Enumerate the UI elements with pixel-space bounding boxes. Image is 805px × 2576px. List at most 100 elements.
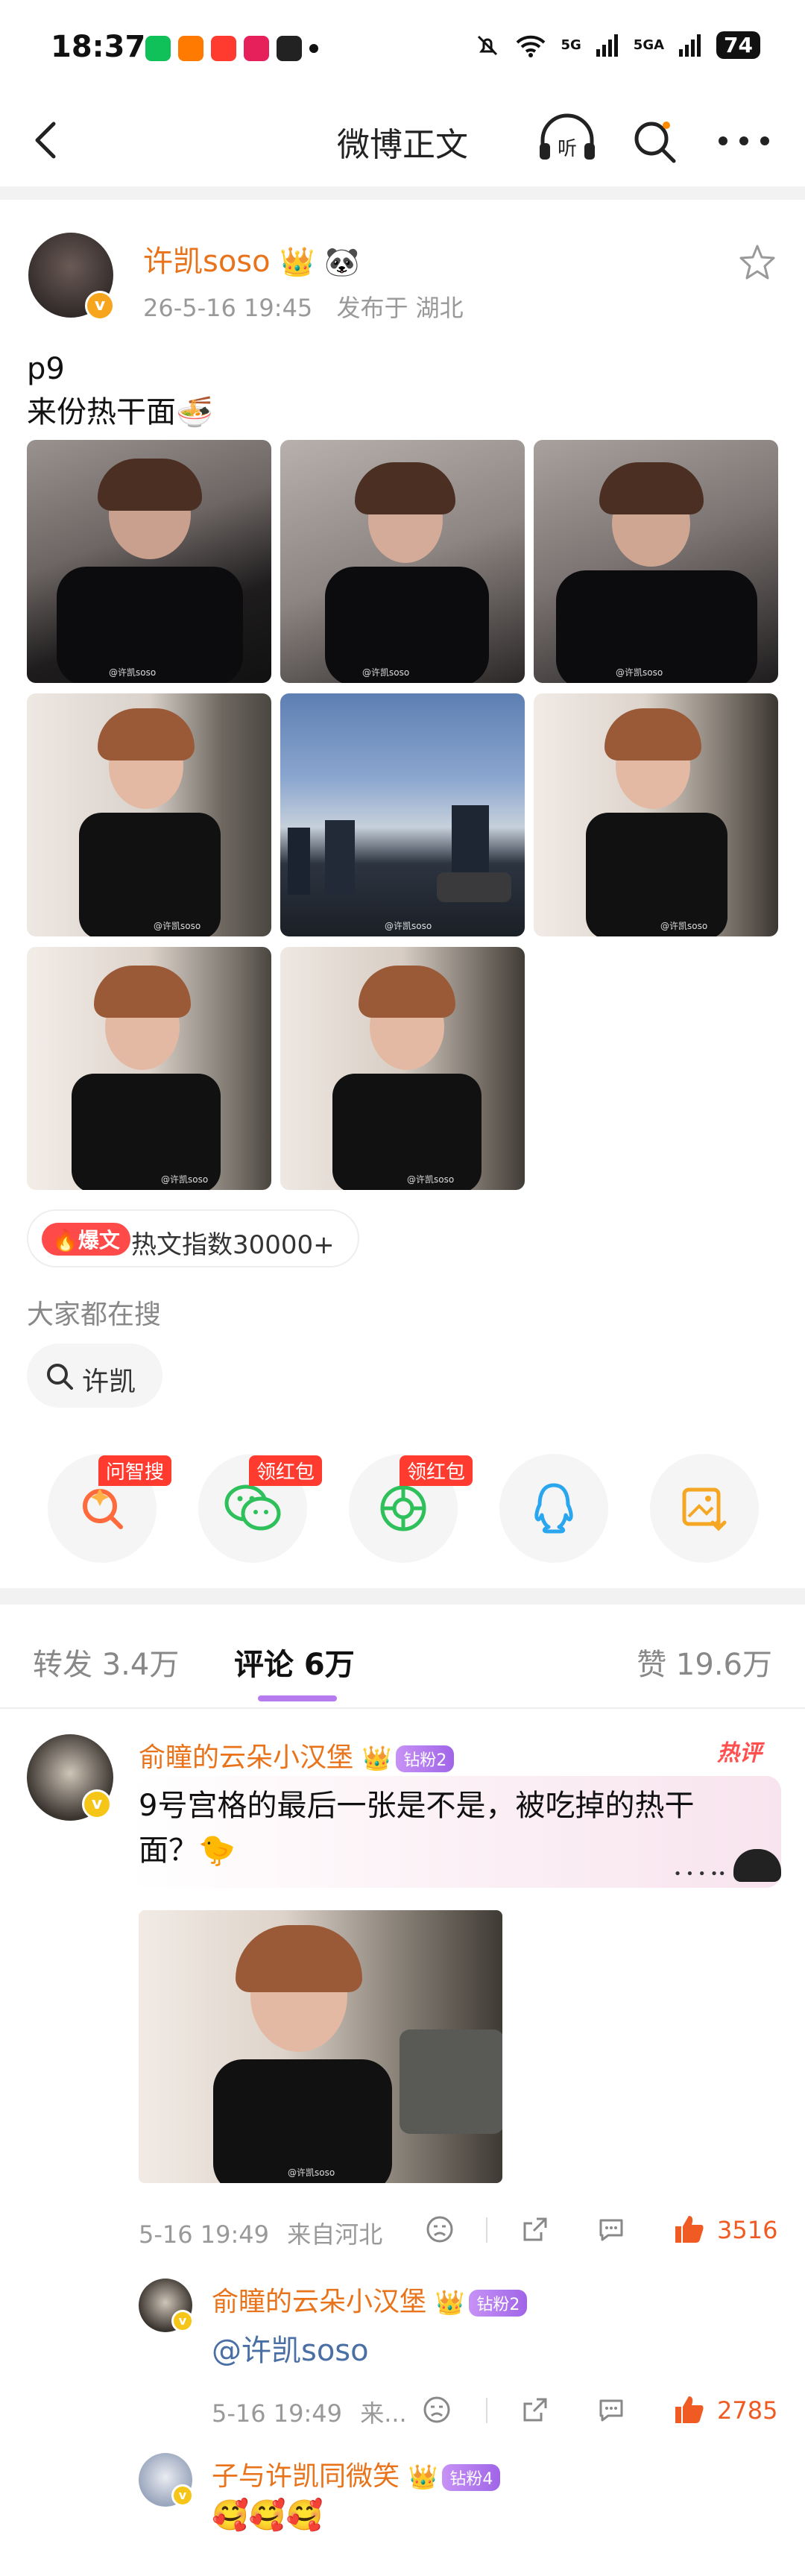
- verified-badge-icon: v: [85, 291, 115, 321]
- more-dot-icon: [309, 44, 318, 53]
- qq-penguin-icon: [534, 1483, 573, 1534]
- verified-badge-icon: v: [82, 1789, 112, 1819]
- post-photo[interactable]: @许凯soso: [280, 440, 525, 683]
- share-tag: 领红包: [400, 1455, 473, 1486]
- like-thumb-icon[interactable]: [672, 2213, 705, 2246]
- dislike-face-icon[interactable]: [422, 2395, 452, 2425]
- qq-share-button[interactable]: [499, 1454, 608, 1563]
- reply-comment-icon[interactable]: [596, 2395, 626, 2425]
- comment-location: 来自河北: [287, 2220, 383, 2249]
- wechat-icon: [224, 1484, 281, 1531]
- like-thumb-icon[interactable]: [672, 2393, 705, 2426]
- like-count: 3516: [717, 2216, 778, 2244]
- page-title: 微博正文: [337, 126, 468, 164]
- author-row: 许凯soso 👑 🐼: [143, 237, 360, 280]
- app-icon: [244, 36, 269, 61]
- post-meta: 26-5-16 19:45 发布于 湖北: [143, 289, 464, 324]
- post-text: p9 来份热干面🍜: [27, 347, 213, 434]
- post-location: 发布于 湖北: [336, 294, 464, 322]
- panda-badge-icon: 🐼: [324, 245, 360, 278]
- svg-text:听: 听: [558, 138, 577, 160]
- comment-photo[interactable]: @许凯soso: [139, 1910, 502, 2183]
- status-bar: 18:37 5G 5GA 74: [0, 0, 805, 89]
- share-tag: 领红包: [249, 1455, 323, 1486]
- comment-bubble: 9号宫格的最后一张是不是，被吃掉的热干面？🐤 • • • ••: [131, 1776, 781, 1888]
- fan-badge: 钻粉2: [469, 2290, 528, 2317]
- fan-badge: 钻粉4: [442, 2464, 501, 2491]
- star-favorite-icon[interactable]: [738, 243, 777, 282]
- section-divider: [0, 186, 805, 200]
- post-photo[interactable]: @许凯soso: [280, 947, 525, 1190]
- search-heading: 大家都在搜: [27, 1300, 162, 1330]
- share-icon[interactable]: [520, 2214, 550, 2244]
- reply-username[interactable]: 子与许凯同微笑: [212, 2461, 400, 2492]
- tab-comments[interactable]: 评论 6万: [234, 1640, 355, 1684]
- reply-time: 5-16 19:49: [212, 2399, 343, 2428]
- post-photo[interactable]: @许凯soso: [534, 440, 778, 683]
- signal-bars-icon: [596, 34, 618, 57]
- comment-time: 5-16 19:49: [139, 2220, 270, 2249]
- photo-watermark: @许凯soso: [154, 921, 201, 931]
- search-chip[interactable]: 许凯: [27, 1344, 162, 1408]
- decoration-dots-icon: • • • ••: [673, 1866, 726, 1882]
- save-image-button[interactable]: [650, 1454, 759, 1563]
- comment-meta: 5-16 19:49 来自河北: [139, 2216, 382, 2250]
- comment-text: 9号宫格的最后一张是不是，被吃掉的热干面？🐤: [139, 1789, 695, 1868]
- crown-badge-icon: 👑: [435, 2288, 465, 2317]
- share-tag: 问智搜: [98, 1455, 172, 1486]
- reply-text: 🥰🥰🥰: [212, 2498, 323, 2533]
- reply-comment-icon[interactable]: [596, 2214, 626, 2244]
- reply-username[interactable]: 俞瞳的云朵小汉堡: [212, 2287, 426, 2317]
- post-time: 26-5-16 19:45: [143, 294, 313, 322]
- post-photo[interactable]: @许凯soso: [534, 693, 778, 936]
- hot-comment-tag: 热评: [717, 1740, 762, 1766]
- reply-header: 俞瞳的云朵小汉堡 👑 钻粉2: [212, 2280, 528, 2319]
- fan-badge: 钻粉2: [396, 1745, 455, 1772]
- search-chip-label: 许凯: [82, 1367, 136, 1397]
- dislike-face-icon[interactable]: [425, 2214, 455, 2244]
- app-icon: [145, 36, 171, 61]
- post-text-line: 来份热干面🍜: [27, 395, 213, 429]
- share-icon[interactable]: [520, 2395, 550, 2425]
- commenter-name[interactable]: 俞瞳的云朵小汉堡: [139, 1742, 353, 1773]
- hot-badge: 🔥爆文: [42, 1223, 130, 1256]
- post-photo[interactable]: @许凯soso: [280, 693, 525, 936]
- app-icon: [277, 36, 302, 61]
- listen-headphone-icon[interactable]: 听: [535, 113, 599, 166]
- more-options-icon[interactable]: [714, 130, 774, 152]
- photo-watermark: @许凯soso: [109, 667, 157, 678]
- author-name[interactable]: 许凯soso: [143, 245, 271, 279]
- decoration-icon: [733, 1849, 781, 1882]
- reply-text[interactable]: @许凯soso: [212, 2326, 369, 2369]
- tab-repost[interactable]: 转发 3.4万: [33, 1640, 179, 1684]
- verified-badge-icon: v: [171, 2310, 194, 2332]
- ai-search-icon: [83, 1488, 123, 1529]
- battery-level: 74: [716, 31, 760, 59]
- section-divider: [0, 1588, 805, 1605]
- tab-likes[interactable]: 赞 19.6万: [637, 1640, 772, 1684]
- notification-app-icons: [145, 36, 318, 61]
- post-photo[interactable]: @许凯soso: [27, 693, 271, 936]
- moments-icon: [380, 1485, 426, 1531]
- crown-badge-icon: 👑: [408, 2463, 438, 2491]
- hot-index-chip[interactable]: 🔥爆文 热文指数30000+: [27, 1209, 359, 1267]
- crown-badge-icon: 👑: [280, 245, 315, 278]
- wifi-icon: [517, 35, 546, 57]
- post-photo[interactable]: @许凯soso: [27, 440, 271, 683]
- comment-header: 俞瞳的云朵小汉堡 👑 钻粉2: [139, 1736, 455, 1774]
- status-time: 18:37: [51, 30, 146, 64]
- signal-label-1: 5G: [561, 37, 581, 53]
- verified-badge-icon: v: [171, 2484, 194, 2507]
- save-image-icon: [682, 1487, 727, 1531]
- search-icon: [47, 1364, 73, 1390]
- search-icon[interactable]: [631, 116, 680, 166]
- reply-header: 子与许凯同微笑 👑 钻粉4: [212, 2454, 501, 2493]
- post-photo[interactable]: @许凯soso: [27, 947, 271, 1190]
- post-text-line: p9: [27, 352, 65, 386]
- crown-badge-icon: 👑: [362, 1744, 392, 1772]
- app-icon: [211, 36, 236, 61]
- photo-watermark: @许凯soso: [161, 1174, 209, 1185]
- meta-divider: [486, 2398, 487, 2423]
- mute-bell-icon: [478, 35, 498, 55]
- active-tab-indicator: [258, 1695, 337, 1701]
